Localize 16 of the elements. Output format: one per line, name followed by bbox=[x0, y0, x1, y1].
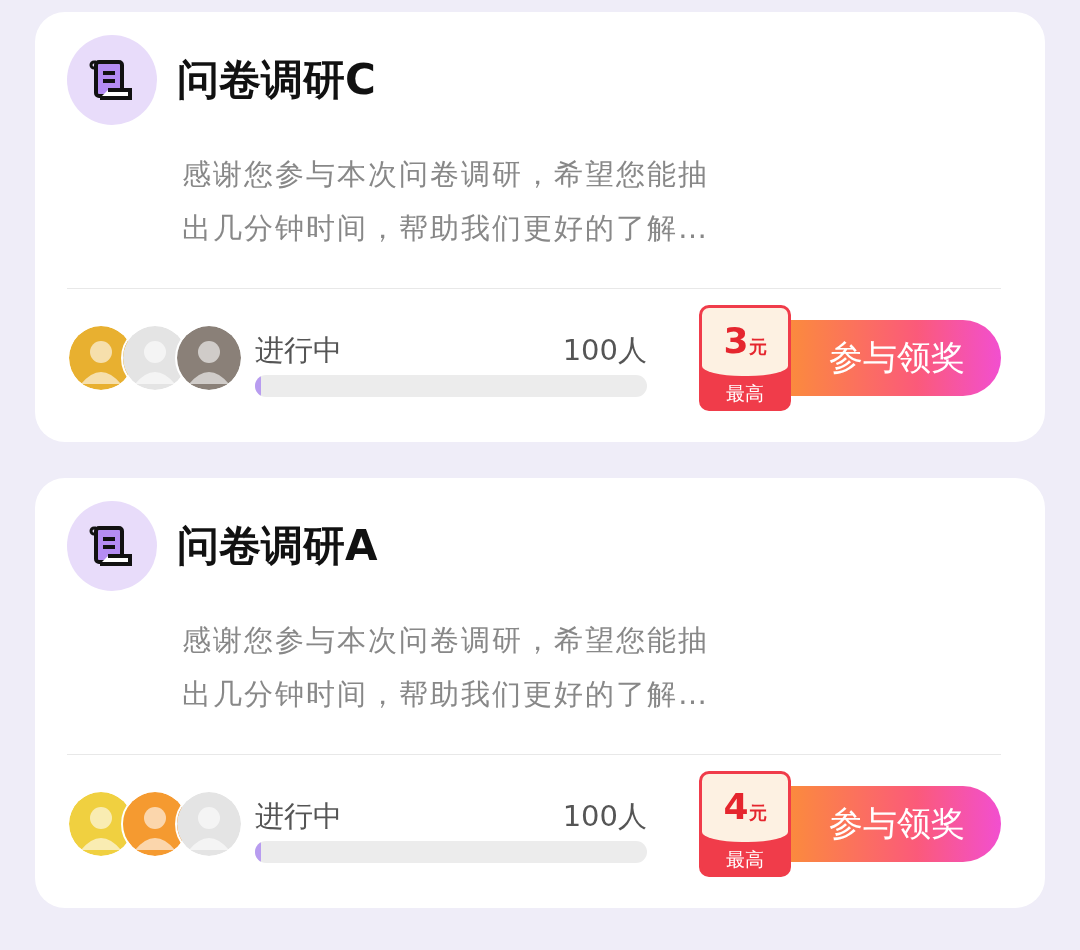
reward-caption: 最高 bbox=[725, 847, 765, 872]
participant-count: 100人 bbox=[562, 332, 647, 369]
claim-button[interactable]: 参与领奖 bbox=[791, 786, 1001, 862]
reward-unit: 元 bbox=[748, 802, 767, 825]
claim-button[interactable]: 参与领奖 bbox=[791, 320, 1001, 396]
participant-count: 100人 bbox=[562, 798, 647, 835]
reward-amount: 3 bbox=[723, 320, 749, 361]
survey-title: 问卷调研C bbox=[177, 54, 376, 106]
status-label: 进行中 bbox=[255, 798, 342, 835]
reward-caption: 最高 bbox=[725, 381, 765, 406]
status-label: 进行中 bbox=[255, 332, 342, 369]
survey-description: 感谢您参与本次问卷调研，希望您能抽出几分钟时间，帮助我们更好的了解… bbox=[182, 622, 710, 713]
survey-description: 感谢您参与本次问卷调研，希望您能抽出几分钟时间，帮助我们更好的了解… bbox=[182, 156, 710, 247]
reward-amount: 4 bbox=[723, 786, 749, 827]
reward-unit: 元 bbox=[748, 336, 767, 359]
survey-title: 问卷调研A bbox=[177, 520, 378, 572]
